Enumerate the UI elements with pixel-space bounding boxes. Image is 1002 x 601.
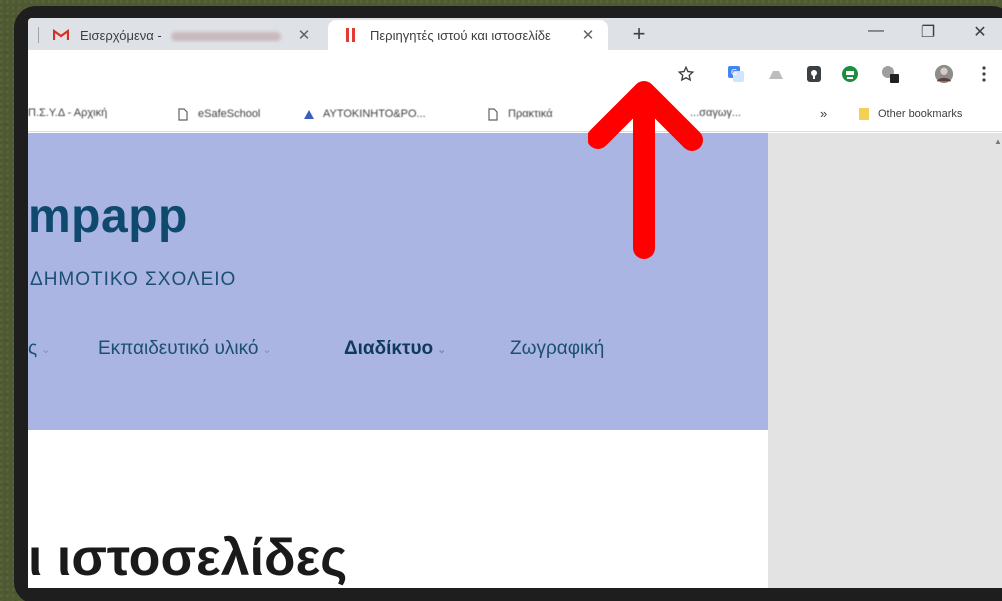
bookmark-item[interactable]: Πρακτικά [488, 107, 553, 121]
browser-window: Εισερχόμενα - ✕ Περιηγητές ιστού και ιστ… [28, 18, 1002, 588]
window-close-button[interactable]: ✕ [960, 22, 1000, 46]
menu-kebab-icon[interactable] [974, 64, 994, 84]
bookmark-label: Π.Σ.Υ.Δ - Αρχική [28, 107, 108, 119]
chevron-down-icon: ⌄ [437, 343, 447, 356]
bookmark-label: eSafeSchool [198, 108, 261, 120]
tab-title: Εισερχόμενα - [80, 28, 294, 43]
bookmark-label: Πρακτικά [508, 108, 553, 120]
red-arrow-annotation [588, 81, 703, 259]
maximize-button[interactable]: ❐ [908, 22, 948, 46]
shield-extension-icon[interactable] [804, 64, 824, 84]
scroll-up-icon[interactable]: ▲ [994, 137, 1002, 146]
nav-item-painting[interactable]: Ζωγραφική [510, 338, 604, 360]
close-tab-icon[interactable]: ✕ [294, 26, 314, 44]
profile-avatar[interactable] [934, 64, 954, 84]
bookmark-item[interactable]: ΑΥΤΟΚΙΝΗΤΟ&ΡΟ... [303, 107, 426, 121]
page-icon [178, 107, 190, 121]
tab-strip: Εισερχόμενα - ✕ Περιηγητές ιστού και ιστ… [28, 18, 1002, 50]
page-icon [488, 107, 500, 121]
tab-inbox[interactable]: Εισερχόμενα - ✕ [28, 20, 324, 50]
tab-browsers[interactable]: Περιηγητές ιστού και ιστοσελίδε ✕ [328, 20, 608, 50]
close-tab-icon[interactable]: ✕ [578, 26, 598, 44]
drive-icon[interactable] [766, 64, 786, 84]
site-favicon-icon [342, 27, 360, 43]
bookmark-item[interactable]: Π.Σ.Υ.Δ - Αρχική [28, 107, 107, 119]
nav-item[interactable]: ς ⌄ [28, 338, 50, 360]
browser-toolbar: G [28, 50, 1002, 98]
bookmarks-bar: Π.Σ.Υ.Δ - Αρχική eSafeSchool ΑΥΤΟΚΙΝΗΤΟ&… [28, 98, 1002, 132]
tab-title: Περιηγητές ιστού και ιστοσελίδε [370, 27, 551, 43]
web-page: mpapp ΔΗΜΟΤΙΚΟ ΣΧΟΛΕΙΟ ς ⌄ Εκπαιδευτικό … [28, 133, 1002, 588]
robot-extension-icon[interactable] [840, 64, 860, 84]
nav-label: Διαδίκτυο [344, 338, 434, 359]
bookmark-label: ΑΥΤΟΚΙΝΗΤΟ&ΡΟ... [323, 108, 426, 120]
chevron-down-icon: ⌄ [262, 343, 272, 356]
nav-label: Εκπαιδευτικό υλικό [98, 338, 259, 359]
nav-item-educational-material[interactable]: Εκπαιδευτικό υλικό ⌄ [98, 338, 272, 360]
gmail-icon [52, 27, 70, 43]
page-heading: ι ιστοσελίδες [28, 529, 348, 587]
nav-item-internet[interactable]: Διαδίκτυο ⌄ [344, 338, 446, 360]
page-sidebar: ▲ [768, 133, 1002, 588]
other-bookmarks[interactable]: Other bookmarks [858, 107, 962, 121]
bookmark-item[interactable]: eSafeSchool [178, 107, 260, 121]
more-bookmarks-button[interactable]: » [820, 106, 827, 121]
site-title[interactable]: mpapp [28, 189, 188, 244]
triangle-icon [303, 107, 315, 121]
new-tab-button[interactable]: + [626, 23, 652, 47]
folder-icon [858, 107, 870, 121]
other-bookmarks-label: Other bookmarks [878, 108, 963, 120]
chevron-down-icon: ⌄ [41, 343, 51, 356]
nav-label: ς [28, 338, 38, 359]
site-subtitle: ΔΗΜΟΤΙΚΟ ΣΧΟΛΕΙΟ [30, 269, 237, 290]
nav-label: Ζωγραφική [510, 338, 605, 359]
extension-badge-icon[interactable] [880, 64, 900, 84]
minimize-button[interactable]: — [856, 22, 896, 46]
